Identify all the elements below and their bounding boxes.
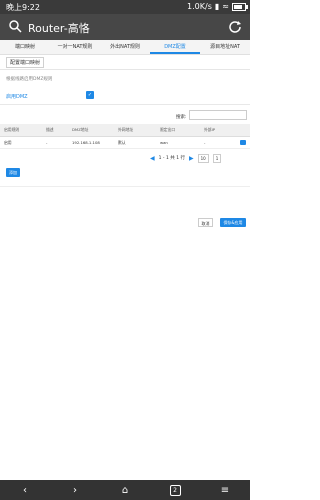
cell-dmz-address: 192.168.1.108: [72, 140, 100, 145]
next-page-icon[interactable]: ▶: [189, 155, 194, 162]
enable-dmz-label: 启用DMZ: [6, 94, 28, 100]
wifi-icon: ≈: [222, 2, 229, 11]
header-enable-rule[interactable]: 启用规则: [4, 124, 19, 136]
pager-range: 1 - 1 共 1 行: [158, 156, 185, 161]
search-input[interactable]: [189, 110, 247, 120]
save-apply-button[interactable]: 保存&应用: [220, 218, 246, 227]
app-title: Router-高恪: [28, 22, 90, 35]
back-icon[interactable]: ‹: [15, 480, 35, 500]
header-description[interactable]: 描述: [46, 124, 54, 136]
cell-enable: 启用: [4, 140, 12, 145]
tab-outbound-nat[interactable]: 外出NAT规则: [100, 40, 150, 54]
cell-wan-address: 默认: [118, 140, 126, 145]
menu-icon[interactable]: ≡: [215, 480, 235, 500]
table-row: 启用 - 192.168.1.108 默认 wan -: [0, 137, 250, 149]
enable-dmz-checkbox[interactable]: ✓: [86, 91, 94, 99]
status-icons: 1.0K/s ▮ ≈: [187, 2, 248, 11]
subtab-row: 配置端口映射: [0, 55, 250, 70]
header-dmz-address[interactable]: DMZ地址: [72, 124, 88, 136]
prev-page-icon[interactable]: ◀: [150, 155, 155, 162]
header-wan-address[interactable]: 外网地址: [118, 124, 133, 136]
system-nav-bar: ‹ › ⌂ 2 ≡: [0, 480, 250, 500]
home-icon[interactable]: ⌂: [115, 480, 135, 500]
cancel-button[interactable]: 取消: [198, 218, 213, 227]
app-bar: Router-高恪: [0, 14, 250, 40]
page-select[interactable]: 1: [212, 153, 222, 163]
tab-one-to-one-nat[interactable]: 一对一NAT规则: [50, 40, 100, 54]
dmz-rules-table: 启用规则 描述 DMZ地址 外网地址 限定出口 外部IP 启用 - 192.16…: [0, 124, 250, 149]
forward-icon[interactable]: ›: [65, 480, 85, 500]
header-limit-exit[interactable]: 限定出口: [160, 124, 175, 136]
tab-dmz[interactable]: DMZ配置: [150, 40, 200, 54]
subtab-config-port-mapping[interactable]: 配置端口映射: [6, 57, 45, 68]
edit-icon[interactable]: [240, 140, 246, 145]
pagination: ◀ 1 - 1 共 1 行 ▶ 10 1: [150, 153, 222, 163]
cell-description: -: [46, 140, 48, 145]
refresh-icon[interactable]: [228, 19, 242, 33]
search-icon[interactable]: [8, 19, 22, 33]
signal-icon: ▮: [214, 2, 220, 11]
add-button[interactable]: 添加: [6, 168, 20, 177]
tabs-icon[interactable]: 2: [165, 480, 185, 500]
table-header: 启用规则 描述 DMZ地址 外网地址 限定出口 外部IP: [0, 124, 250, 137]
cell-limit-exit: wan: [160, 140, 168, 145]
divider: [0, 186, 250, 187]
tab-source-dest-nat[interactable]: 源目地址NAT: [200, 40, 250, 54]
dmz-description: 根据线路启用DMZ规则: [6, 77, 53, 82]
status-bar: 晚上9:22 1.0K/s ▮ ≈: [0, 0, 250, 14]
header-external-ip[interactable]: 外部IP: [204, 124, 215, 136]
battery-icon: [232, 2, 248, 11]
search-label: 搜索:: [176, 115, 187, 120]
tab-bar: 端口映射 一对一NAT规则 外出NAT规则 DMZ配置 源目地址NAT: [0, 40, 250, 55]
tab-port-mapping[interactable]: 端口映射: [0, 40, 50, 54]
status-time: 晚上9:22: [6, 3, 40, 12]
divider: [0, 104, 250, 105]
page-size-select[interactable]: 10: [197, 153, 209, 163]
network-speed: 1.0K/s: [187, 2, 212, 11]
cell-external-ip: -: [204, 140, 206, 145]
